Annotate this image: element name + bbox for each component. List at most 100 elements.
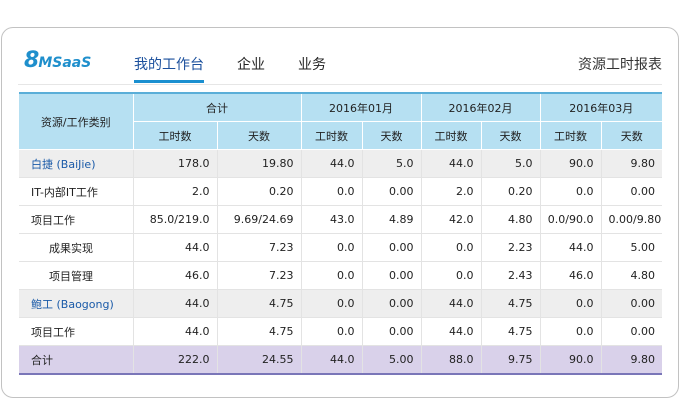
- brand-logo[interactable]: 8MSaaS: [24, 48, 91, 73]
- table-cell: 24.55: [216, 345, 301, 375]
- category-name: 项目管理: [19, 261, 133, 290]
- table-cell: 2.0: [420, 177, 481, 206]
- category-name: 合计: [19, 345, 133, 375]
- nav-business[interactable]: 业务: [298, 54, 326, 74]
- table-cell: 0.0: [539, 317, 601, 346]
- subheader-days: 天数: [480, 121, 540, 150]
- table-cell: 5.00: [361, 345, 421, 375]
- table-cell: 0.00: [361, 233, 421, 262]
- table-cell: 85.0/219.0: [132, 205, 217, 234]
- row-header: 资源/工作类别: [19, 92, 133, 150]
- table-cell: 5.0: [480, 149, 540, 178]
- table-cell: 4.80: [480, 205, 540, 234]
- table-cell: 0.00: [361, 317, 421, 346]
- table-cell: 43.0: [300, 205, 362, 234]
- table-cell: 7.23: [216, 261, 301, 290]
- subheader-days: 天数: [600, 121, 662, 150]
- category-name: 项目工作: [19, 205, 133, 234]
- table-total-row: 合计 222.0 24.55 44.0 5.00 88.0 9.75 90.0 9.80: [19, 345, 662, 375]
- table-cell: 4.75: [216, 317, 301, 346]
- table-cell: 2.43: [480, 261, 540, 290]
- table-cell: 178.0: [132, 149, 217, 178]
- table-row: 项目工作 44.0 4.75 0.0 0.00 44.0 4.75 0.0 0.00: [19, 317, 662, 346]
- table-cell: 88.0: [420, 345, 481, 375]
- table-cell: 0.00: [600, 289, 662, 318]
- table-cell: 0.0: [539, 289, 601, 318]
- table-cell: 0.00/9.80: [600, 205, 662, 234]
- table-cell: 7.23: [216, 233, 301, 262]
- logo-text: MSaaS: [38, 55, 92, 71]
- table-cell: 2.0: [132, 177, 217, 206]
- table-cell: 9.80: [600, 345, 662, 375]
- group-header-2016-01: 2016年01月: [300, 92, 421, 122]
- table-row: 项目工作 85.0/219.0 9.69/24.69 43.0 4.89 42.0 4.80…: [19, 205, 662, 234]
- resource-name-link[interactable]: 鲍工 (Baogong): [19, 289, 133, 318]
- table-cell: 44.0: [132, 317, 217, 346]
- table-cell: 4.80: [600, 261, 662, 290]
- table-cell: 46.0: [539, 261, 601, 290]
- table-cell: 0.00: [600, 317, 662, 346]
- table-cell: 0.20: [480, 177, 540, 206]
- category-name: IT-内部IT工作: [19, 177, 133, 206]
- nav-enterprise[interactable]: 企业: [237, 54, 265, 74]
- table-cell: 42.0: [420, 205, 481, 234]
- subheader-hours: 工时数: [420, 121, 481, 150]
- table-cell: 44.0: [132, 289, 217, 318]
- table-cell: 44.0: [420, 289, 481, 318]
- table-cell: 5.0: [361, 149, 421, 178]
- table-cell: 44.0: [539, 233, 601, 262]
- table-cell: 4.89: [361, 205, 421, 234]
- group-header-2016-02: 2016年02月: [420, 92, 540, 122]
- table-cell: 0.0: [300, 177, 362, 206]
- table-cell: 0.0/90.0: [539, 205, 601, 234]
- table-cell: 0.0: [539, 177, 601, 206]
- table-cell: 19.80: [216, 149, 301, 178]
- subheader-days: 天数: [361, 121, 421, 150]
- table-cell: 44.0: [300, 149, 362, 178]
- table-cell: 44.0: [132, 233, 217, 262]
- table-cell: 0.0: [420, 233, 481, 262]
- subheader-days: 天数: [216, 121, 301, 150]
- table-cell: 0.0: [300, 317, 362, 346]
- table-cell: 0.20: [216, 177, 301, 206]
- table-row: 成果实现 44.0 7.23 0.0 0.00 0.0 2.23 44.0 5.00: [19, 233, 662, 262]
- resource-name-link[interactable]: 白捷 (BaiJie): [19, 149, 133, 178]
- table-cell: 0.0: [300, 289, 362, 318]
- table-cell: 9.75: [480, 345, 540, 375]
- table-cell: 5.00: [600, 233, 662, 262]
- table-cell: 44.0: [420, 149, 481, 178]
- nav-workbench[interactable]: 我的工作台: [134, 54, 204, 83]
- group-header-total: 合计: [132, 92, 301, 122]
- subheader-hours: 工时数: [300, 121, 362, 150]
- table-cell: 0.0: [300, 261, 362, 290]
- header-divider: [18, 84, 662, 85]
- table-cell: 0.00: [361, 289, 421, 318]
- logo-mark: 8: [24, 48, 39, 73]
- table-cell: 4.75: [480, 289, 540, 318]
- table-cell: 0.0: [420, 261, 481, 290]
- table-cell: 2.23: [480, 233, 540, 262]
- table-row: 白捷 (BaiJie) 178.0 19.80 44.0 5.0 44.0 5.0 90.0 9…: [19, 149, 662, 178]
- table-cell: 0.00: [361, 177, 421, 206]
- table-row: IT-内部IT工作 2.0 0.20 0.0 0.00 2.0 0.20 0.0 0.00: [19, 177, 662, 206]
- resource-hours-table: 资源/工作类别 合计 2016年01月 2016年02月 2016年03月 工时…: [19, 92, 662, 375]
- table-cell: 44.0: [300, 345, 362, 375]
- category-name: 成果实现: [19, 233, 133, 262]
- group-header-2016-03: 2016年03月: [539, 92, 662, 122]
- table-row: 项目管理 46.0 7.23 0.0 0.00 0.0 2.43 46.0 4.80: [19, 261, 662, 290]
- table-cell: 46.0: [132, 261, 217, 290]
- table-cell: 4.75: [480, 317, 540, 346]
- table-cell: 0.00: [600, 177, 662, 206]
- table-cell: 0.00: [361, 261, 421, 290]
- table-cell: 44.0: [420, 317, 481, 346]
- table-cell: 90.0: [539, 345, 601, 375]
- table-row: 鲍工 (Baogong) 44.0 4.75 0.0 0.00 44.0 4.75 0.0 0.…: [19, 289, 662, 318]
- subheader-hours: 工时数: [132, 121, 217, 150]
- table-cell: 4.75: [216, 289, 301, 318]
- category-name: 项目工作: [19, 317, 133, 346]
- table-cell: 9.80: [600, 149, 662, 178]
- subheader-hours: 工时数: [539, 121, 601, 150]
- table-cell: 0.0: [300, 233, 362, 262]
- table-cell: 9.69/24.69: [216, 205, 301, 234]
- table-cell: 222.0: [132, 345, 217, 375]
